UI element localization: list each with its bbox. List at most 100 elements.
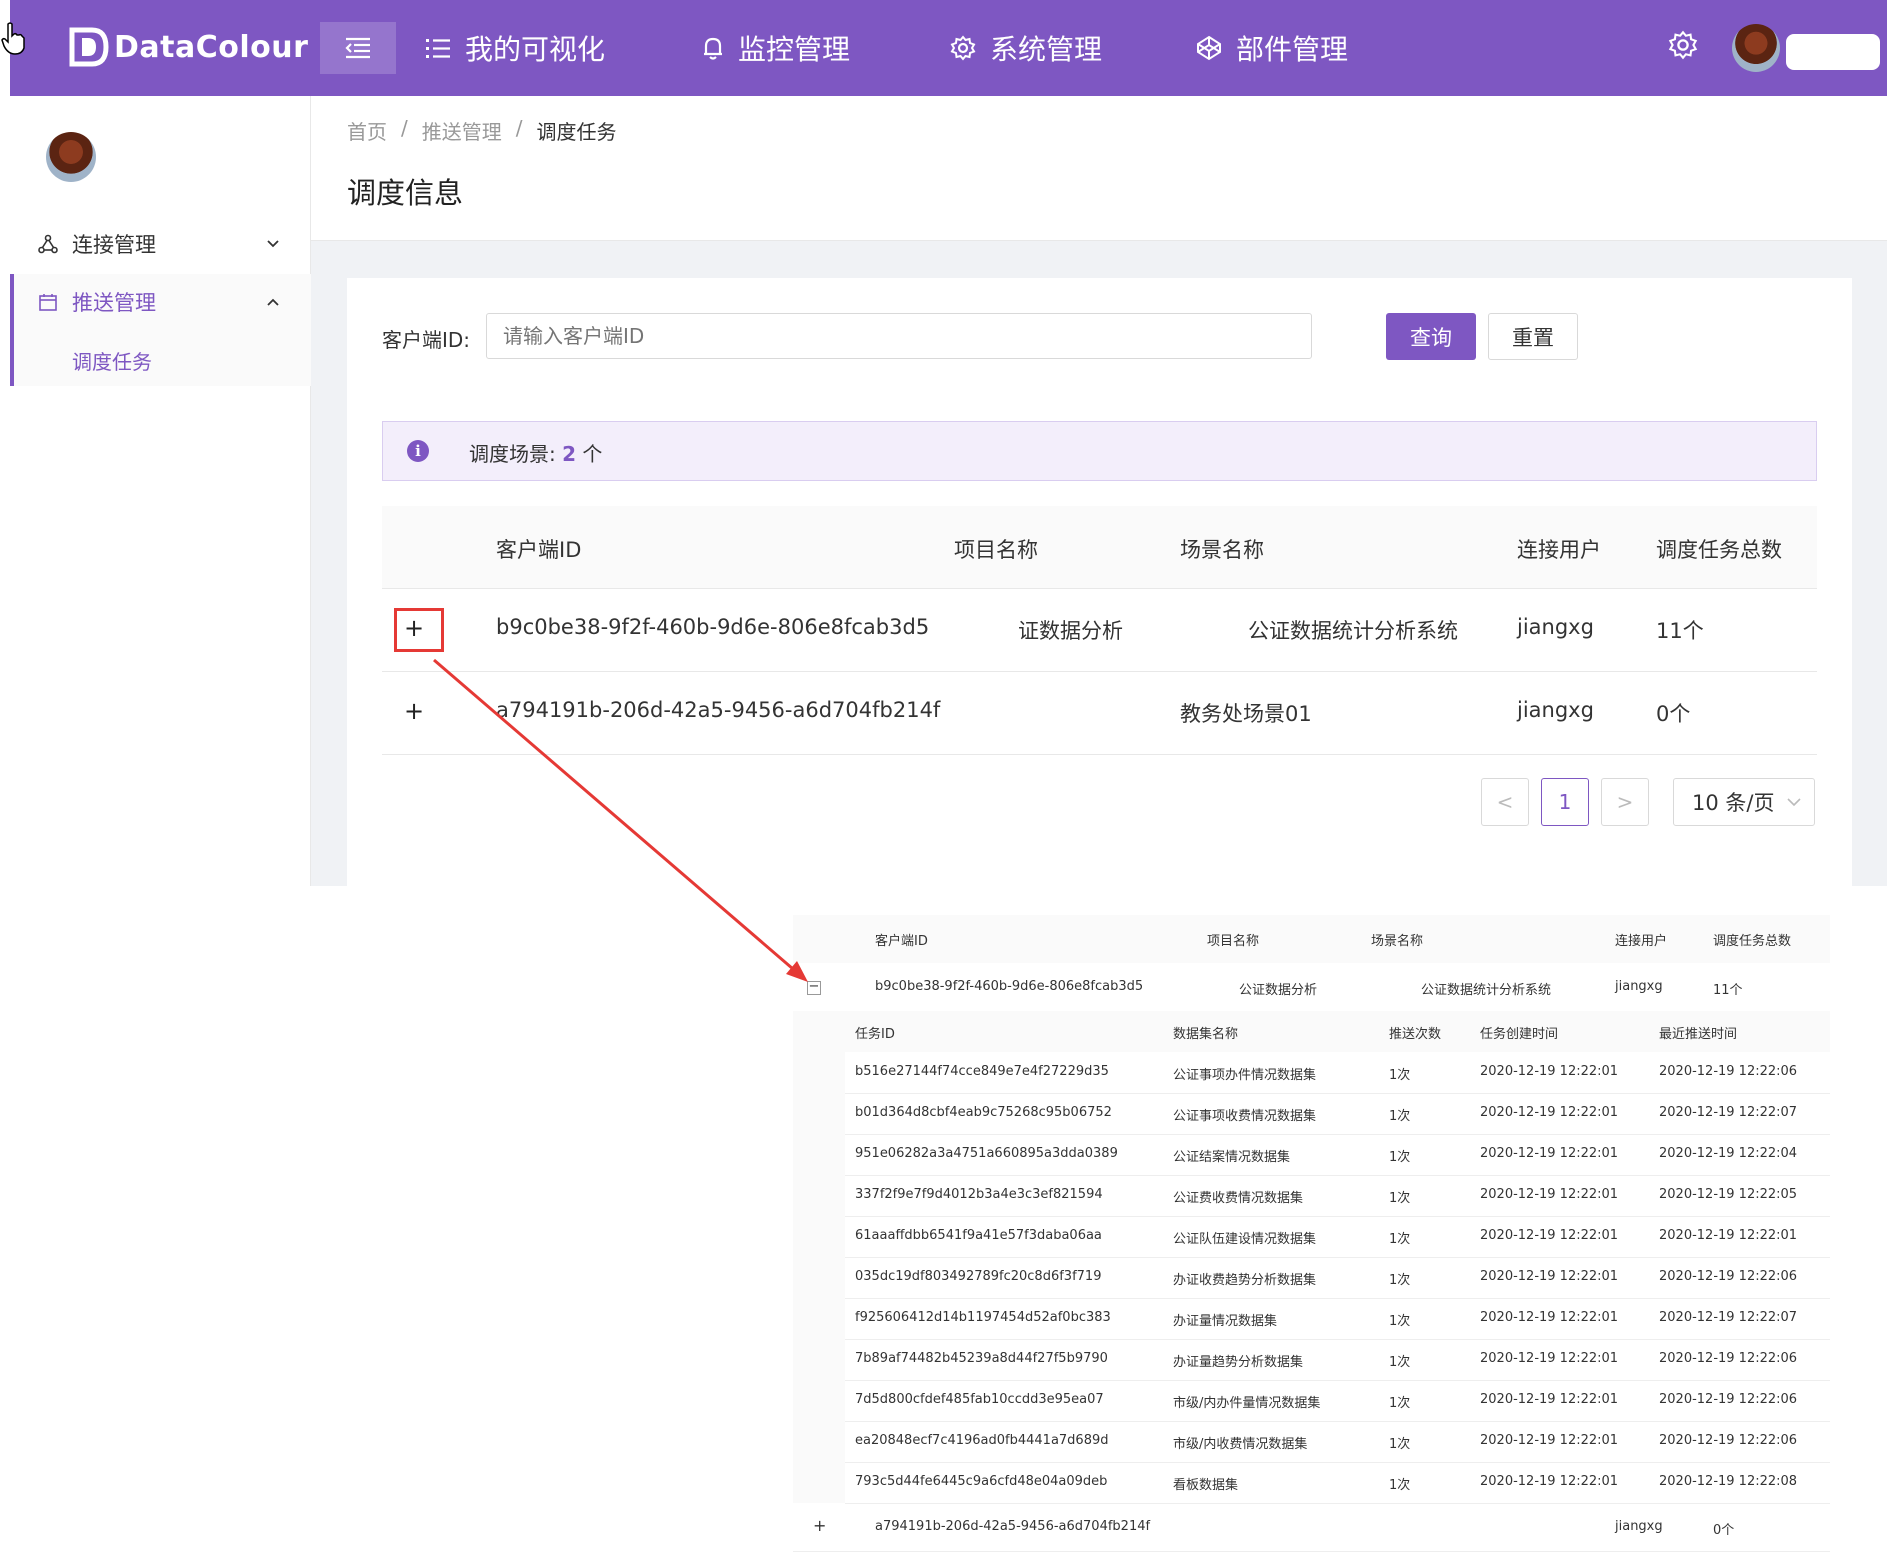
nested-table-row[interactable]: f925606412d14b1197454d52af0bc383 办证量情况数据集… bbox=[845, 1298, 1830, 1340]
bell-icon bbox=[704, 37, 722, 60]
nested-cell-dataset: 公证事项收费情况数据集 bbox=[1173, 1109, 1317, 1124]
table-header: 客户端ID 项目名称 场景名称 连接用户 调度任务总数 bbox=[382, 506, 1817, 589]
nested-cell-created-time: 2020-12-19 12:22:01 bbox=[1480, 1351, 1619, 1366]
calendar-icon bbox=[39, 294, 57, 311]
menu-toggle-button[interactable] bbox=[320, 22, 396, 74]
nav-label: 我的可视化 bbox=[465, 33, 606, 66]
nested-cell-created-time: 2020-12-19 12:22:01 bbox=[1480, 1433, 1619, 1448]
nested-cell-last-push-time: 2020-12-19 12:22:07 bbox=[1659, 1310, 1798, 1325]
sidebar-item-connection[interactable]: 连接管理 bbox=[10, 216, 310, 272]
nested-cell-push-count: 1次 bbox=[1389, 1314, 1411, 1329]
cell-project: 证数据分析 bbox=[1018, 619, 1123, 643]
alert-suffix: 个 bbox=[582, 442, 603, 466]
pagination-page-1[interactable]: 1 bbox=[1541, 778, 1589, 826]
nav-components[interactable]: 部件管理 bbox=[1196, 26, 1348, 70]
page-header: 首页 / 推送管理 / 调度任务 调度信息 bbox=[311, 96, 1887, 241]
inset-header-scene: 场景名称 bbox=[1371, 934, 1424, 949]
chevron-down-icon bbox=[1787, 798, 1802, 807]
nested-cell-last-push-time: 2020-12-19 12:22:06 bbox=[1659, 1392, 1798, 1407]
list-icon bbox=[426, 39, 450, 58]
inset-expanded-row[interactable]: − b9c0be38-9f2f-460b-9d6e-806e8fcab3d5 公… bbox=[793, 963, 1830, 1012]
sidebar-subitem-schedule-task[interactable]: 调度任务 bbox=[72, 346, 152, 375]
nested-cell-created-time: 2020-12-19 12:22:01 bbox=[1480, 1187, 1619, 1202]
user-name-redacted[interactable] bbox=[1786, 34, 1880, 70]
pagination-next-button[interactable]: > bbox=[1601, 778, 1649, 826]
table-row[interactable]: + a794191b-206d-42a5-9456-a6d704fb214f 教… bbox=[382, 672, 1817, 755]
expand-row-button[interactable]: + bbox=[813, 1516, 826, 1535]
nested-table-header: 任务ID 数据集名称 推送次数 任务创建时间 最近推送时间 bbox=[845, 1011, 1830, 1052]
nested-cell-push-count: 1次 bbox=[1389, 1396, 1411, 1411]
collapse-row-button[interactable]: − bbox=[807, 980, 821, 995]
nested-cell-last-push-time: 2020-12-19 12:22:04 bbox=[1659, 1146, 1798, 1161]
nested-cell-dataset: 公证队伍建设情况数据集 bbox=[1173, 1232, 1317, 1247]
nested-cell-push-count: 1次 bbox=[1389, 1478, 1411, 1493]
breadcrumb: 首页 / 推送管理 / 调度任务 bbox=[347, 116, 617, 145]
nested-cell-dataset: 市级/内办件量情况数据集 bbox=[1173, 1396, 1321, 1411]
inset-header-project: 项目名称 bbox=[1207, 934, 1260, 949]
nav-system[interactable]: 系统管理 bbox=[950, 26, 1102, 70]
inset-table-header: 客户端ID 项目名称 场景名称 连接用户 调度任务总数 bbox=[793, 915, 1830, 963]
reset-button[interactable]: 重置 bbox=[1488, 313, 1578, 360]
nested-table-row[interactable]: 7b89af74482b45239a8d44f27f5b9790 办证量趋势分析数… bbox=[845, 1339, 1830, 1381]
breadcrumb-current: 调度任务 bbox=[536, 120, 617, 144]
nav-monitoring[interactable]: 监控管理 bbox=[702, 26, 850, 70]
cell-task-count: 11个 bbox=[1656, 619, 1704, 643]
nested-table-row[interactable]: 61aaaffdbb6541f9a41e57f3daba06aa 公证队伍建设情况… bbox=[845, 1216, 1830, 1258]
column-header-task-count: 调度任务总数 bbox=[1656, 538, 1782, 562]
nested-table-row[interactable]: ea20848ecf7c4196ad0fb4441a7d689d 市级/内收费情况… bbox=[845, 1421, 1830, 1463]
nested-cell-created-time: 2020-12-19 12:22:01 bbox=[1480, 1105, 1619, 1120]
nested-header-task-id: 任务ID bbox=[855, 1027, 895, 1042]
nested-cell-last-push-time: 2020-12-19 12:22:08 bbox=[1659, 1474, 1798, 1489]
cell-user: jiangxg bbox=[1517, 698, 1594, 722]
nested-cell-created-time: 2020-12-19 12:22:01 bbox=[1480, 1269, 1619, 1284]
info-alert: i 调度场景: 2 个 bbox=[382, 421, 1817, 481]
user-avatar[interactable] bbox=[1732, 24, 1780, 72]
inset-cell-client-id: b9c0be38-9f2f-460b-9d6e-806e8fcab3d5 bbox=[875, 979, 1144, 994]
nested-cell-task-id: 793c5d44fe6445c9a6cfd48e04a09deb bbox=[855, 1474, 1108, 1489]
client-id-input[interactable] bbox=[486, 313, 1312, 359]
breadcrumb-push[interactable]: 推送管理 bbox=[422, 116, 502, 145]
nested-cell-task-id: b01d364d8cbf4eab9c75268c95b06752 bbox=[855, 1105, 1112, 1120]
nested-header-push-count: 推送次数 bbox=[1389, 1027, 1442, 1042]
nested-cell-last-push-time: 2020-12-19 12:22:06 bbox=[1659, 1433, 1798, 1448]
page-size-select[interactable]: 10 条/页 bbox=[1673, 778, 1815, 826]
nested-cell-task-id: 7d5d800cfdef485fab10ccdd3e95ea07 bbox=[855, 1392, 1104, 1407]
nested-table-indent bbox=[793, 1011, 845, 1503]
nested-table-row[interactable]: 035dc19df803492789fc20c8d6f3f719 办证收费趋势分析… bbox=[845, 1257, 1830, 1299]
page-title: 调度信息 bbox=[347, 176, 464, 210]
nested-table-row[interactable]: 951e06282a3a4751a660895a3dda0389 公证结案情况数据… bbox=[845, 1134, 1830, 1176]
alert-text: 调度场景: 2 个 bbox=[469, 438, 602, 467]
app-logo[interactable]: DataColour bbox=[68, 22, 308, 72]
inset-cell-client-id: a794191b-206d-42a5-9456-a6d704fb214f bbox=[875, 1519, 1151, 1534]
nav-my-visualization[interactable]: 我的可视化 bbox=[425, 26, 605, 70]
sidebar-item-push[interactable]: 推送管理 bbox=[10, 274, 310, 330]
cell-scene: 公证数据统计分析系统 bbox=[1248, 619, 1458, 643]
nested-table-row[interactable]: b516e27144f74cce849e7e4f27229d35 公证事项办件情况… bbox=[845, 1052, 1830, 1094]
nav-label: 监控管理 bbox=[738, 33, 851, 66]
settings-button[interactable] bbox=[1668, 30, 1698, 64]
nested-table-row[interactable]: b01d364d8cbf4eab9c75268c95b06752 公证事项收费情况… bbox=[845, 1093, 1830, 1135]
breadcrumb-separator: / bbox=[401, 116, 408, 140]
expanded-table-inset: 客户端ID 项目名称 场景名称 连接用户 调度任务总数 − b9c0be38-9… bbox=[793, 915, 1830, 1552]
nested-table-row[interactable]: 7d5d800cfdef485fab10ccdd3e95ea07 市级/内办件量情… bbox=[845, 1380, 1830, 1422]
nested-cell-last-push-time: 2020-12-19 12:22:01 bbox=[1659, 1228, 1798, 1243]
cell-client-id: b9c0be38-9f2f-460b-9d6e-806e8fcab3d5 bbox=[496, 615, 930, 639]
inset-collapsed-row[interactable]: + a794191b-206d-42a5-9456-a6d704fb214f j… bbox=[793, 1503, 1830, 1552]
gear-icon bbox=[950, 35, 976, 61]
cell-scene: 教务处场景01 bbox=[1180, 702, 1312, 726]
nested-cell-push-count: 1次 bbox=[1389, 1437, 1411, 1452]
expand-row-button[interactable]: + bbox=[404, 699, 424, 723]
nested-cell-task-id: 337f2f9e7f9d4012b3a4e3c3ef821594 bbox=[855, 1187, 1103, 1202]
nested-cell-push-count: 1次 bbox=[1389, 1355, 1411, 1370]
breadcrumb-home[interactable]: 首页 bbox=[347, 116, 387, 145]
sidebar-item-label: 连接管理 bbox=[72, 233, 156, 257]
nested-cell-dataset: 公证结案情况数据集 bbox=[1173, 1150, 1291, 1165]
table-row[interactable]: + b9c0be38-9f2f-460b-9d6e-806e8fcab3d5 证… bbox=[382, 589, 1817, 672]
query-button[interactable]: 查询 bbox=[1386, 313, 1476, 360]
nested-table-row[interactable]: 793c5d44fe6445c9a6cfd48e04a09deb 看板数据集 1次 2… bbox=[845, 1462, 1830, 1504]
nested-cell-push-count: 1次 bbox=[1389, 1150, 1411, 1165]
nested-cell-task-id: 035dc19df803492789fc20c8d6f3f719 bbox=[855, 1269, 1102, 1284]
pagination-prev-button[interactable]: < bbox=[1481, 778, 1529, 826]
nested-table-row[interactable]: 337f2f9e7f9d4012b3a4e3c3ef821594 公证费收费情况数… bbox=[845, 1175, 1830, 1217]
nav-label: 系统管理 bbox=[990, 33, 1103, 66]
